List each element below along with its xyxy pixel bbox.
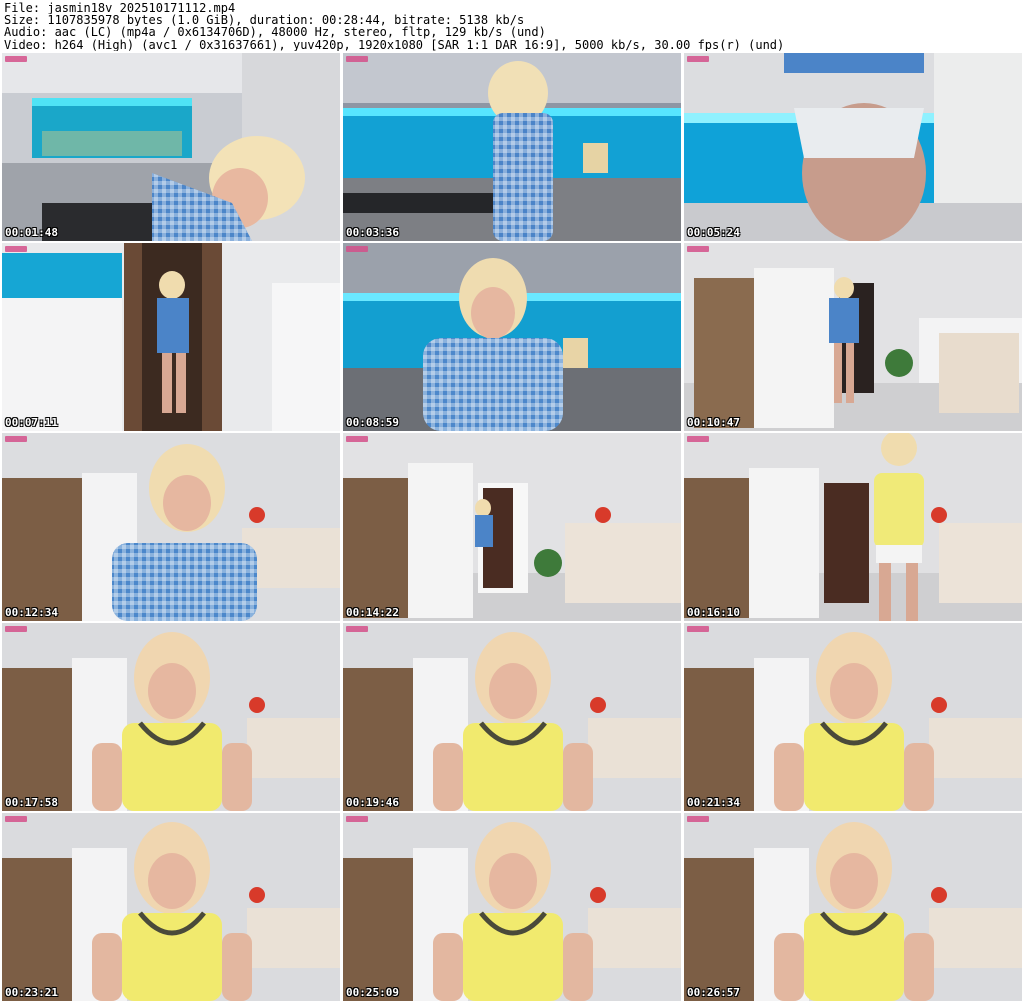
thumbnail-frame-image: [684, 433, 1022, 621]
file-size-line: Size: 1107835978 bytes (1.0 GiB), durati…: [4, 14, 525, 27]
thumbnail-frame-image: [2, 623, 340, 811]
watermark-logo: [5, 626, 27, 632]
thumbnail-timestamp: 00:08:59: [346, 416, 399, 429]
watermark-logo: [687, 626, 709, 632]
thumbnail-frame-image: [343, 53, 681, 241]
watermark-logo: [5, 436, 27, 442]
video-thumbnail: 00:19:46: [343, 623, 681, 811]
video-thumbnail: 00:17:58: [2, 623, 340, 811]
thumbnail-frame-image: [684, 813, 1022, 1001]
thumbnail-timestamp: 00:14:22: [346, 606, 399, 619]
watermark-logo: [346, 626, 368, 632]
watermark-logo: [5, 816, 27, 822]
watermark-logo: [687, 56, 709, 62]
thumbnail-frame-image: [343, 243, 681, 431]
thumbnail-timestamp: 00:12:34: [5, 606, 58, 619]
thumbnail-grid: 00:01:48 00:03:36 00:05:24 00:07:11 00:0…: [2, 53, 1022, 1003]
thumbnail-timestamp: 00:21:34: [687, 796, 740, 809]
file-info-header: File: jasmin18v_202510171112.mp4 Size: 1…: [4, 2, 1020, 51]
thumbnail-timestamp: 00:07:11: [5, 416, 58, 429]
thumbnail-timestamp: 00:17:58: [5, 796, 58, 809]
watermark-logo: [687, 816, 709, 822]
thumbnail-frame-image: [2, 813, 340, 1001]
thumbnail-timestamp: 00:16:10: [687, 606, 740, 619]
video-thumbnail: 00:25:09: [343, 813, 681, 1001]
video-thumbnail: 00:21:34: [684, 623, 1022, 811]
watermark-logo: [687, 436, 709, 442]
thumbnail-timestamp: 00:05:24: [687, 226, 740, 239]
video-thumbnail: 00:05:24: [684, 53, 1022, 241]
video-thumbnail: 00:08:59: [343, 243, 681, 431]
audio-info-line: Audio: aac (LC) (mp4a / 0x6134706D), 480…: [4, 26, 546, 39]
video-thumbnail: 00:10:47: [684, 243, 1022, 431]
thumbnail-frame-image: [684, 623, 1022, 811]
video-thumbnail: 00:14:22: [343, 433, 681, 621]
video-thumbnail: 00:01:48: [2, 53, 340, 241]
thumbnail-timestamp: 00:10:47: [687, 416, 740, 429]
video-thumbnail: 00:16:10: [684, 433, 1022, 621]
video-thumbnail: 00:23:21: [2, 813, 340, 1001]
thumbnail-frame-image: [343, 433, 681, 621]
watermark-logo: [687, 246, 709, 252]
thumbnail-frame-image: [2, 433, 340, 621]
thumbnail-timestamp: 00:19:46: [346, 796, 399, 809]
thumbnail-frame-image: [2, 53, 340, 241]
watermark-logo: [346, 816, 368, 822]
thumbnail-frame-image: [684, 243, 1022, 431]
video-thumbnail: 00:07:11: [2, 243, 340, 431]
thumbnail-timestamp: 00:23:21: [5, 986, 58, 999]
watermark-logo: [5, 246, 27, 252]
watermark-logo: [346, 436, 368, 442]
thumbnail-frame-image: [343, 813, 681, 1001]
video-thumbnail: 00:12:34: [2, 433, 340, 621]
thumbnail-timestamp: 00:26:57: [687, 986, 740, 999]
thumbnail-timestamp: 00:03:36: [346, 226, 399, 239]
watermark-logo: [5, 56, 27, 62]
watermark-logo: [346, 246, 368, 252]
thumbnail-frame-image: [684, 53, 1022, 241]
thumbnail-timestamp: 00:01:48: [5, 226, 58, 239]
thumbnail-frame-image: [343, 623, 681, 811]
watermark-logo: [346, 56, 368, 62]
video-info-line: Video: h264 (High) (avc1 / 0x31637661), …: [4, 38, 785, 51]
video-thumbnail: 00:03:36: [343, 53, 681, 241]
video-thumbnail: 00:26:57: [684, 813, 1022, 1001]
thumbnail-timestamp: 00:25:09: [346, 986, 399, 999]
thumbnail-frame-image: [2, 243, 340, 431]
file-name-line: File: jasmin18v_202510171112.mp4: [4, 2, 236, 15]
